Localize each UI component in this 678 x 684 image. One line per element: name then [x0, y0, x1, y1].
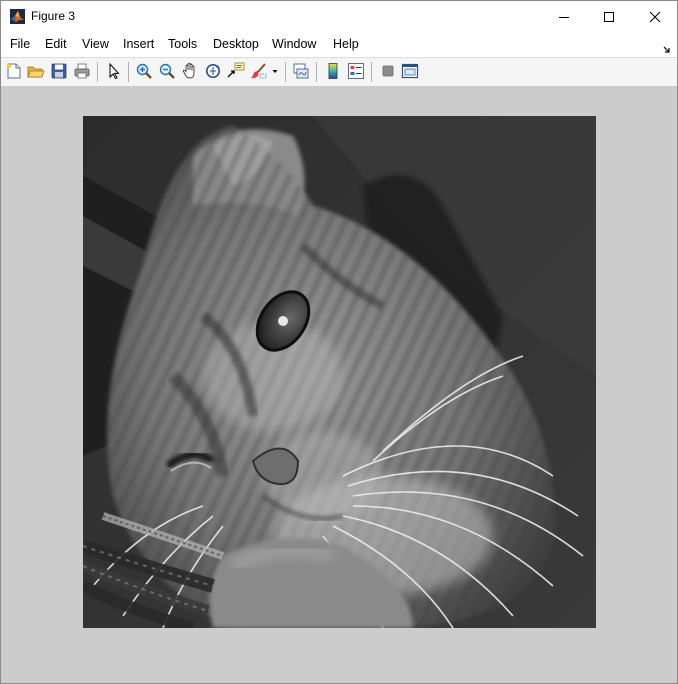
- menu-edit[interactable]: Edit: [45, 37, 67, 51]
- save-figure-icon[interactable]: [50, 62, 68, 80]
- close-button[interactable]: [632, 1, 678, 32]
- toolbar-separator: [316, 62, 317, 82]
- kitten-photo-image: [83, 116, 596, 628]
- toolbar-separator: [371, 62, 372, 82]
- minimize-button[interactable]: [541, 1, 587, 32]
- toolbar-separator: [128, 62, 129, 82]
- figure-window: Figure 3 File Edit View Insert Tools Des…: [0, 0, 678, 684]
- toolbar-separator: [97, 62, 98, 82]
- zoom-out-icon[interactable]: [158, 62, 176, 80]
- brush-dropdown-icon[interactable]: [271, 62, 279, 80]
- figure-canvas[interactable]: [1, 86, 677, 683]
- edit-plot-arrow-icon[interactable]: [105, 62, 123, 80]
- rotate-3d-icon[interactable]: [204, 62, 222, 80]
- close-icon: [649, 11, 661, 23]
- menu-view[interactable]: View: [82, 37, 109, 51]
- matlab-logo-icon: [10, 9, 25, 24]
- menu-bar: File Edit View Insert Tools Desktop Wind…: [1, 32, 677, 56]
- title-bar[interactable]: Figure 3: [1, 1, 677, 32]
- menu-insert[interactable]: Insert: [123, 37, 154, 51]
- menu-window[interactable]: Window: [272, 37, 316, 51]
- minimize-icon: [558, 11, 570, 23]
- pan-hand-icon[interactable]: [181, 62, 199, 80]
- menu-help[interactable]: Help: [333, 37, 359, 51]
- dock-figure-icon[interactable]: [663, 41, 671, 53]
- figure-toolbar: [1, 57, 677, 87]
- image-axes[interactable]: [83, 116, 596, 628]
- insert-legend-icon[interactable]: [347, 62, 365, 80]
- maximize-button[interactable]: [586, 1, 632, 32]
- brush-icon[interactable]: [250, 62, 268, 80]
- insert-colorbar-icon[interactable]: [324, 62, 342, 80]
- data-cursor-icon[interactable]: [227, 62, 245, 80]
- maximize-icon: [603, 11, 615, 23]
- menu-file[interactable]: File: [10, 37, 30, 51]
- link-plot-icon[interactable]: [292, 62, 310, 80]
- window-title: Figure 3: [31, 9, 76, 23]
- hide-plot-tools-icon[interactable]: [379, 62, 397, 80]
- open-file-icon[interactable]: [27, 62, 45, 80]
- menu-tools[interactable]: Tools: [168, 37, 197, 51]
- new-figure-icon[interactable]: [5, 62, 23, 80]
- toolbar-separator: [285, 62, 286, 82]
- zoom-in-icon[interactable]: [135, 62, 153, 80]
- show-plot-tools-icon[interactable]: [401, 62, 419, 80]
- menu-desktop[interactable]: Desktop: [213, 37, 259, 51]
- print-figure-icon[interactable]: [73, 62, 91, 80]
